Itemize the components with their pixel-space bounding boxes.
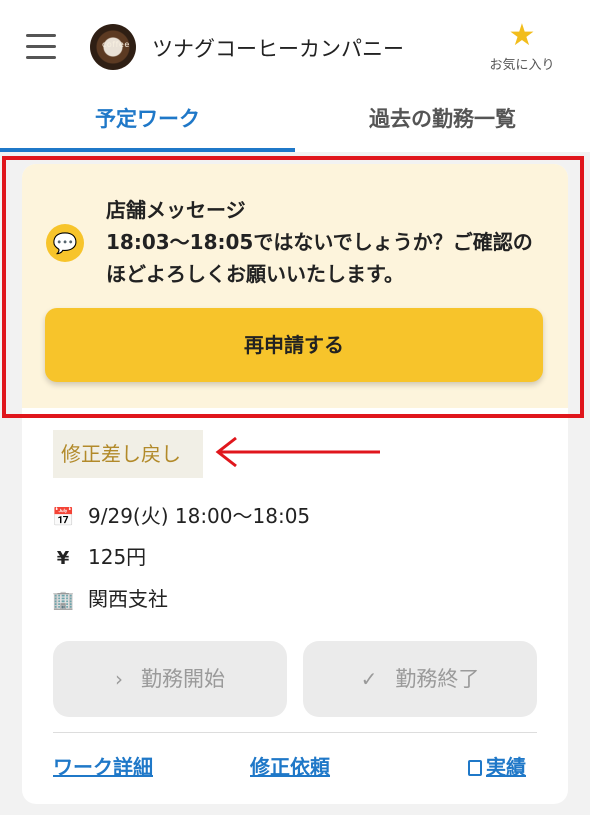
star-icon: ★ [508, 18, 536, 53]
favorites-button[interactable]: ★ お気に入り [482, 18, 562, 74]
work-place-row: 🏢 関西支社 [52, 583, 168, 612]
annotation-highlight-box [2, 156, 584, 418]
building-icon: 🏢 [52, 590, 75, 611]
work-detail-link[interactable]: ワーク詳細 [53, 751, 153, 780]
annotation-arrow-icon [215, 436, 380, 468]
record-link[interactable]: 実績 [468, 751, 526, 780]
document-icon [468, 760, 482, 776]
work-date-row: 📅 9/29(火) 18:00〜18:05 [52, 500, 310, 529]
work-pay-row: ¥125円 [52, 541, 146, 570]
work-pay: 125円 [88, 545, 147, 569]
work-place: 関西支社 [88, 587, 168, 611]
start-work-label: 勤務開始 [141, 667, 225, 691]
check-icon: ✓ [360, 667, 378, 691]
chevron-right-icon: › [115, 667, 123, 691]
end-work-button[interactable]: ✓ 勤務終了 [303, 641, 537, 717]
end-work-label: 勤務終了 [395, 667, 480, 691]
divider [53, 732, 537, 733]
correction-request-link[interactable]: 修正依頼 [250, 751, 330, 780]
hamburger-menu-icon[interactable] [26, 34, 56, 60]
tab-past-work-list[interactable]: 過去の勤務一覧 [295, 92, 590, 152]
favorites-label: お気に入り [489, 58, 555, 73]
tab-bar: 予定ワーク 過去の勤務一覧 [0, 92, 590, 152]
logo-text: coffee [102, 40, 130, 49]
start-work-button[interactable]: › 勤務開始 [53, 641, 287, 717]
app-title: ツナグコーヒーカンパニー [152, 37, 404, 61]
app-header: coffee ツナグコーヒーカンパニー ★ お気に入り [0, 0, 590, 92]
calendar-icon: 📅 [52, 507, 75, 528]
tab-scheduled-work[interactable]: 予定ワーク [0, 92, 295, 152]
yen-icon: ¥ [56, 548, 70, 569]
record-link-label: 実績 [486, 755, 526, 779]
status-badge: 修正差し戻し [53, 430, 203, 478]
work-date: 9/29(火) 18:00〜18:05 [88, 504, 311, 528]
